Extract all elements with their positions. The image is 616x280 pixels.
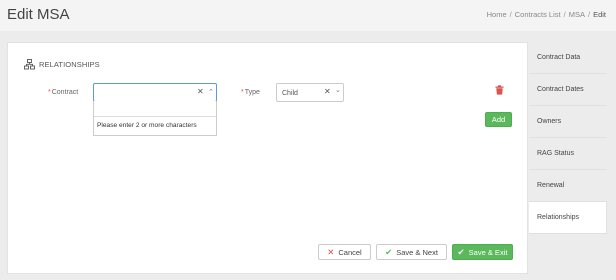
save-next-button[interactable]: ✔ Save & Next (376, 244, 447, 260)
chevron-up-icon[interactable]: ⌃ (208, 88, 214, 96)
required-marker: * (241, 89, 244, 96)
breadcrumb-separator: / (563, 10, 566, 19)
cancel-button[interactable]: ✕ Cancel (318, 244, 371, 260)
tab-relationships[interactable]: Relationships (529, 202, 607, 234)
clear-icon[interactable]: ✕ (324, 87, 331, 96)
breadcrumb-home[interactable]: Home (487, 10, 507, 19)
tab-label: Contract Dates (537, 86, 584, 93)
trash-icon[interactable] (495, 85, 504, 95)
tab-label: Contract Data (537, 54, 581, 61)
contract-label-text: Contract (51, 89, 79, 96)
clear-icon[interactable]: ✕ (197, 87, 204, 96)
tab-label: Renewal (537, 182, 565, 189)
save-exit-button[interactable]: ✔ Save & Exit (452, 244, 513, 260)
breadcrumb-msa[interactable]: MSA (569, 10, 585, 19)
side-tabs: Contract Data Contract Dates Owners RAG … (529, 42, 607, 234)
type-label-text: Type (244, 89, 260, 96)
tab-contract-data[interactable]: Contract Data (529, 42, 607, 74)
tab-label: Owners (537, 118, 562, 125)
contract-search-input[interactable] (94, 105, 216, 117)
check-icon: ✔ (457, 246, 465, 257)
type-select[interactable]: Child ✕ ⌄ (276, 83, 344, 102)
tab-contract-dates[interactable]: Contract Dates (529, 74, 607, 106)
breadcrumb-contracts-list[interactable]: Contracts List (515, 10, 561, 19)
close-icon: ✕ (327, 246, 335, 257)
tab-label: RAG Status (537, 150, 574, 157)
breadcrumb-edit: Edit (593, 10, 606, 19)
tab-label: Relationships (537, 214, 580, 221)
contract-select[interactable]: ✕ ⌃ (93, 83, 217, 102)
top-bar: Edit MSA Home / Contracts List / MSA / E… (0, 0, 616, 31)
contract-label: *Contract (48, 89, 78, 96)
tab-renewal[interactable]: Renewal (529, 170, 607, 202)
breadcrumb: Home / Contracts List / MSA / Edit (487, 10, 606, 19)
cancel-button-label: Cancel (338, 247, 362, 257)
chevron-down-icon[interactable]: ⌄ (335, 86, 341, 94)
required-marker: * (48, 89, 51, 96)
breadcrumb-separator: / (587, 10, 591, 19)
save-exit-button-label: Save & Exit (468, 247, 508, 257)
page-title: Edit MSA (7, 6, 70, 23)
save-next-button-label: Save & Next (396, 247, 438, 257)
type-select-value: Child (282, 90, 298, 97)
tab-owners[interactable]: Owners (529, 106, 607, 138)
sitemap-icon (24, 59, 35, 70)
contract-dropdown: Please enter 2 or more characters (93, 101, 217, 136)
section-title: RELATIONSHIPS (39, 60, 100, 69)
breadcrumb-separator: / (509, 10, 512, 19)
tab-rag-status[interactable]: RAG Status (529, 138, 607, 170)
section-header: RELATIONSHIPS (24, 59, 100, 70)
add-button[interactable]: Add (485, 112, 512, 127)
relationships-card: RELATIONSHIPS *Contract ✕ ⌃ Please enter… (7, 42, 528, 274)
add-button-label: Add (491, 115, 506, 124)
check-icon: ✔ (385, 246, 393, 257)
dropdown-message: Please enter 2 or more characters (97, 122, 197, 129)
type-label: *Type (241, 89, 260, 96)
